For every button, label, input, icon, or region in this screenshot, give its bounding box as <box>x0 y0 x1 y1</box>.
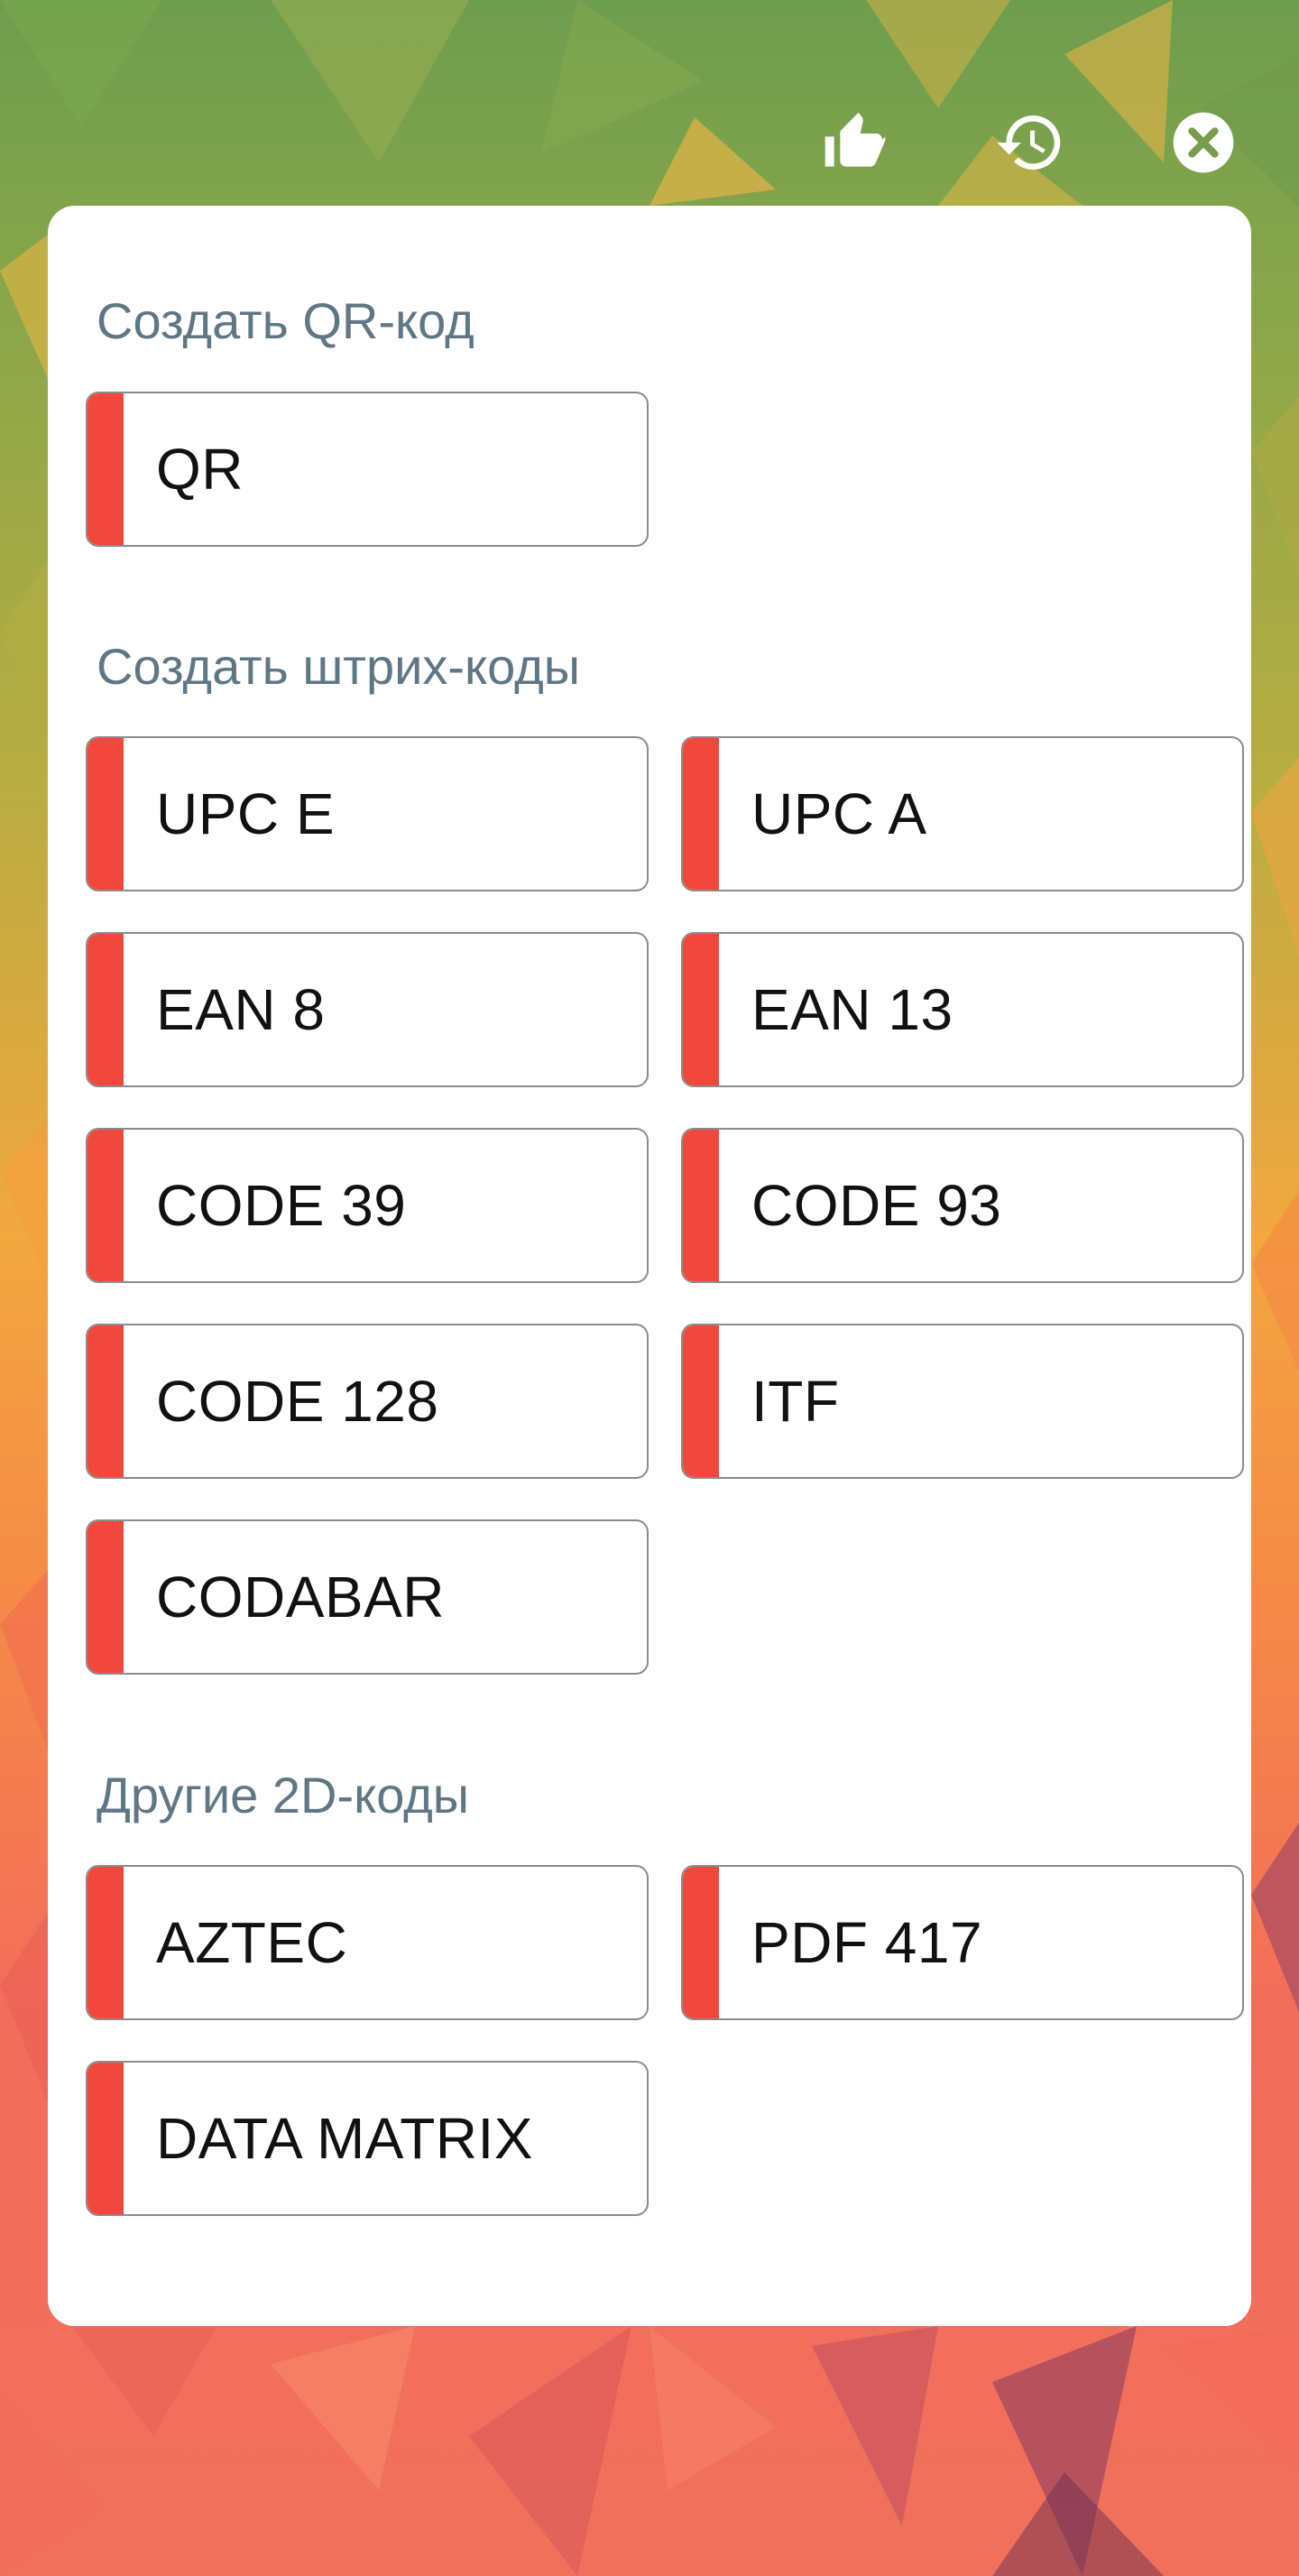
ean-8-button[interactable]: EAN 8 <box>86 932 649 1087</box>
button-label: UPC A <box>751 781 927 846</box>
accent-stripe <box>88 1867 124 2018</box>
history-icon[interactable] <box>994 106 1066 179</box>
accent-stripe <box>683 934 719 1085</box>
section-title-qr: Создать QR-код <box>97 292 474 349</box>
accent-stripe <box>683 1325 719 1477</box>
button-label: CODE 93 <box>751 1173 1002 1238</box>
code-128-button[interactable]: CODE 128 <box>86 1324 649 1479</box>
itf-button[interactable]: ITF <box>681 1324 1244 1479</box>
close-icon[interactable] <box>1167 106 1239 179</box>
button-label: CODABAR <box>156 1565 445 1630</box>
accent-stripe <box>88 1521 124 1673</box>
button-label: AZTEC <box>156 1910 348 1975</box>
create-code-card: Создать QR-код QR Создать штрих-коды UPC… <box>48 206 1251 2326</box>
button-label: CODE 39 <box>156 1173 407 1238</box>
accent-stripe <box>88 2063 124 2214</box>
top-bar <box>0 0 1299 206</box>
data-matrix-button[interactable]: DATA MATRIX <box>86 2061 649 2216</box>
qr-button[interactable]: QR <box>86 392 649 547</box>
accent-stripe <box>683 1867 719 2018</box>
accent-stripe <box>88 1325 124 1477</box>
ean-13-button[interactable]: EAN 13 <box>681 932 1244 1087</box>
button-label: UPC E <box>156 781 336 846</box>
button-label: CODE 128 <box>156 1369 439 1434</box>
accent-stripe <box>88 934 124 1085</box>
accent-stripe <box>88 393 124 545</box>
section-title-2d-codes: Другие 2D-коды <box>97 1767 470 1824</box>
accent-stripe <box>683 738 719 890</box>
pdf-417-button[interactable]: PDF 417 <box>681 1865 1244 2020</box>
button-label: QR <box>156 437 244 502</box>
code-93-button[interactable]: CODE 93 <box>681 1128 1244 1283</box>
button-label: PDF 417 <box>751 1910 983 1975</box>
accent-stripe <box>88 1130 124 1281</box>
code-39-button[interactable]: CODE 39 <box>86 1128 649 1283</box>
like-icon[interactable] <box>819 106 891 179</box>
accent-stripe <box>683 1130 719 1281</box>
section-title-barcodes: Создать штрих-коды <box>97 638 580 695</box>
aztec-button[interactable]: AZTEC <box>86 1865 649 2020</box>
upc-a-button[interactable]: UPC A <box>681 736 1244 891</box>
upc-e-button[interactable]: UPC E <box>86 736 649 891</box>
codabar-button[interactable]: CODABAR <box>86 1519 649 1675</box>
button-label: DATA MATRIX <box>156 2106 533 2171</box>
button-label: EAN 8 <box>156 977 326 1042</box>
button-label: ITF <box>751 1369 840 1434</box>
accent-stripe <box>88 738 124 890</box>
button-label: EAN 13 <box>751 977 954 1042</box>
